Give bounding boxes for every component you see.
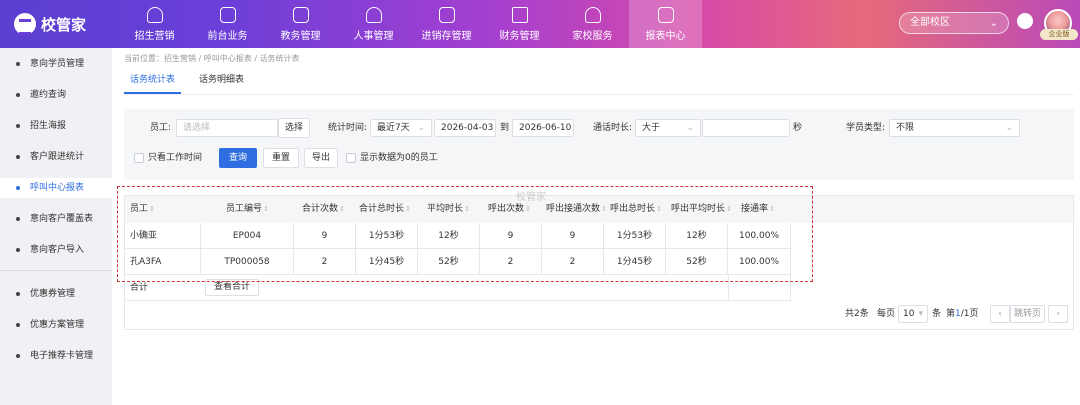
nav-label: 人事管理 [353, 30, 394, 42]
nav-label: 教务管理 [280, 30, 321, 42]
finance-icon [511, 6, 528, 23]
export-button[interactable]: 导出 [304, 148, 338, 168]
sidebar-item-invitation-query[interactable]: 邀约查询 [0, 85, 112, 105]
tab-bar: 话务统计表 话务明细表 [124, 72, 262, 94]
duration-operator-select[interactable]: 大于 ⌄ [635, 119, 701, 137]
top-navigation-bar: 校管家 招生营销 前台业务 教务管理 人事管理 进销存管理 财务管理 家校服务 … [0, 0, 1080, 48]
chevron-down-icon: ⌄ [1005, 123, 1013, 133]
duration-operator-value: 大于 [642, 123, 661, 133]
duration-label: 通话时长: [593, 123, 633, 133]
sidebar-divider [0, 270, 112, 271]
person-icon [365, 6, 382, 23]
brand-name: 校管家 [41, 15, 87, 34]
filter-panel: 员工: 请选择 选择 统计时间: 最近7天 ⌄ 2026-04-03 到 202… [124, 109, 1074, 180]
time-range-value: 最近7天 [377, 123, 410, 133]
nav-item-hr[interactable]: 人事管理 [337, 0, 410, 48]
campus-select-value: 全部校区 [910, 17, 950, 28]
nav-label: 招生营销 [134, 30, 175, 42]
show-zero-label: 显示数据为0的员工 [360, 153, 438, 163]
chevron-left-icon: ‹ [998, 309, 1002, 319]
person-plus-icon [146, 6, 163, 23]
student-type-value: 不限 [896, 123, 915, 133]
time-range-select[interactable]: 最近7天 ⌄ [370, 119, 432, 137]
reset-button[interactable]: 重置 [263, 148, 299, 168]
nav-label: 前台业务 [207, 30, 248, 42]
main-nav: 招生营销 前台业务 教务管理 人事管理 进销存管理 财务管理 家校服务 报表中心 [118, 0, 702, 48]
sidebar-item-call-center[interactable]: 呼叫中心报表 [0, 178, 112, 198]
nav-item-home-school[interactable]: 家校服务 [556, 0, 629, 48]
nav-item-finance[interactable]: 财务管理 [483, 0, 556, 48]
caret-down-icon: ▾ [918, 309, 923, 319]
duration-value-input[interactable] [702, 119, 790, 137]
book-icon [292, 6, 309, 23]
tab-call-details[interactable]: 话务明细表 [193, 72, 250, 94]
only-work-time-label: 只看工作时间 [148, 153, 203, 163]
sidebar-item-import[interactable]: 意向客户导入 [0, 240, 112, 260]
duration-unit: 秒 [793, 123, 803, 133]
nav-item-inventory[interactable]: 进销存管理 [410, 0, 483, 48]
to-label: 到 [500, 123, 510, 133]
page-suffix: /1页 [960, 309, 979, 319]
highlight-annotation-box [117, 186, 813, 282]
per-page-value: 10 [903, 309, 915, 319]
jump-page-input[interactable]: 跳转页 [1010, 305, 1045, 323]
select-staff-button[interactable]: 选择 [278, 118, 310, 138]
sidebar: 意向学员管理 邀约查询 招生海报 客户跟进统计 呼叫中心报表 意向客户覆盖表 意… [0, 48, 112, 405]
prev-page-button[interactable]: ‹ [990, 305, 1010, 323]
campus-select[interactable]: 全部校区 ⌄ [899, 12, 1009, 34]
page-prefix: 第 [946, 309, 956, 319]
sidebar-item-poster[interactable]: 招生海报 [0, 116, 112, 136]
nav-label: 财务管理 [499, 30, 540, 42]
tab-call-statistics[interactable]: 话务统计表 [124, 72, 182, 94]
chevron-down-icon: ⌄ [989, 18, 998, 29]
edition-badge: 企业版 [1040, 29, 1078, 40]
desk-icon [219, 6, 236, 23]
sidebar-item-discounts[interactable]: 优惠方案管理 [0, 315, 112, 335]
sidebar-item-coverage[interactable]: 意向客户覆盖表 [0, 209, 112, 229]
chevron-down-icon: ⌄ [686, 123, 694, 133]
sidebar-item-referral-card[interactable]: 电子推荐卡管理 [0, 346, 112, 366]
staff-input[interactable]: 请选择 [176, 119, 278, 137]
query-button[interactable]: 查询 [219, 148, 257, 168]
inventory-icon [438, 6, 455, 23]
only-work-time-checkbox[interactable] [134, 153, 144, 163]
sidebar-item-follow-up[interactable]: 客户跟进统计 [0, 147, 112, 167]
chevron-right-icon: › [1056, 309, 1060, 319]
nav-item-academic[interactable]: 教务管理 [264, 0, 337, 48]
date-from-input[interactable]: 2026-04-03 [434, 119, 496, 137]
nav-label: 进销存管理 [421, 30, 472, 42]
page-indicator: 第1/1页 [946, 305, 979, 323]
staff-label: 员工: [150, 123, 172, 133]
time-label: 统计时间: [328, 123, 368, 133]
tab-divider [124, 94, 1074, 95]
total-count: 共2条 [845, 309, 869, 319]
per-page-select[interactable]: 10 ▾ [898, 305, 928, 323]
date-to-input[interactable]: 2026-06-10 [512, 119, 574, 137]
nav-item-marketing[interactable]: 招生营销 [118, 0, 191, 48]
per-page-label: 每页 [877, 309, 896, 319]
sidebar-item-intent-students[interactable]: 意向学员管理 [0, 54, 112, 74]
chat-bubble-icon [584, 6, 601, 23]
student-type-select[interactable]: 不限 ⌄ [889, 119, 1020, 137]
nav-item-frontdesk[interactable]: 前台业务 [191, 0, 264, 48]
brand-logo[interactable]: 校管家 [14, 12, 86, 36]
chevron-down-icon: ⌄ [417, 123, 425, 133]
nav-item-reports[interactable]: 报表中心 [629, 0, 702, 48]
breadcrumb: 当前位置：招生营销 / 呼叫中心报表 / 话务统计表 [124, 54, 300, 63]
show-zero-checkbox[interactable] [346, 153, 356, 163]
nav-label: 家校服务 [572, 30, 613, 42]
sidebar-item-coupons[interactable]: 优惠券管理 [0, 284, 112, 304]
nav-label: 报表中心 [645, 30, 686, 42]
report-icon [657, 6, 674, 23]
student-type-label: 学员类型: [846, 123, 886, 133]
next-page-button[interactable]: › [1048, 305, 1068, 323]
per-page-unit: 条 [932, 309, 942, 319]
logo-icon [14, 13, 36, 35]
message-icon[interactable] [1017, 13, 1033, 29]
